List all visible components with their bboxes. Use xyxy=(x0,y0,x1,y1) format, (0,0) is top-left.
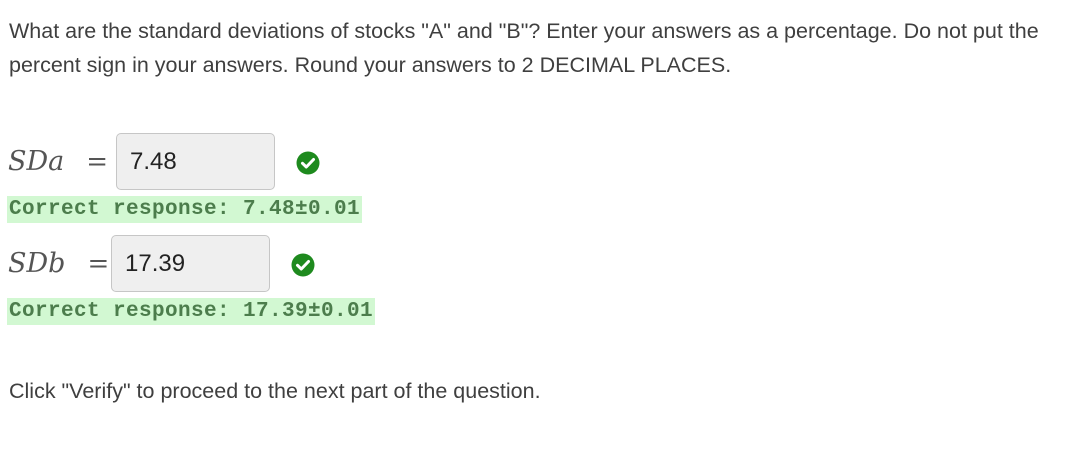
sd-a-label: SDa = xyxy=(8,146,108,177)
sd-b-label: SDb = xyxy=(8,248,109,279)
sd-b-label-main: SD xyxy=(8,248,49,279)
sd-b-feedback: Correct response: 17.39±0.01 xyxy=(7,298,376,325)
footer-instruction: Click "Verify" to proceed to the next pa… xyxy=(9,379,541,403)
sd-b-label-sub: b xyxy=(48,248,66,279)
sd-a-label-sub: a xyxy=(48,146,65,177)
check-circle-icon xyxy=(291,253,315,277)
sd-a-input[interactable]: 7.48 xyxy=(116,133,275,190)
sd-a-equals: = xyxy=(86,147,109,177)
sd-b-equals: = xyxy=(87,249,110,279)
sd-b-value: 17.39 xyxy=(125,249,186,277)
check-circle-icon xyxy=(296,151,320,175)
sd-a-label-main: SD xyxy=(8,146,49,177)
question-text: What are the standard deviations of stoc… xyxy=(9,19,1039,77)
sd-a-value: 7.48 xyxy=(130,147,177,175)
sd-b-input[interactable]: 17.39 xyxy=(111,235,270,292)
sd-a-feedback: Correct response: 7.48±0.01 xyxy=(7,196,363,223)
